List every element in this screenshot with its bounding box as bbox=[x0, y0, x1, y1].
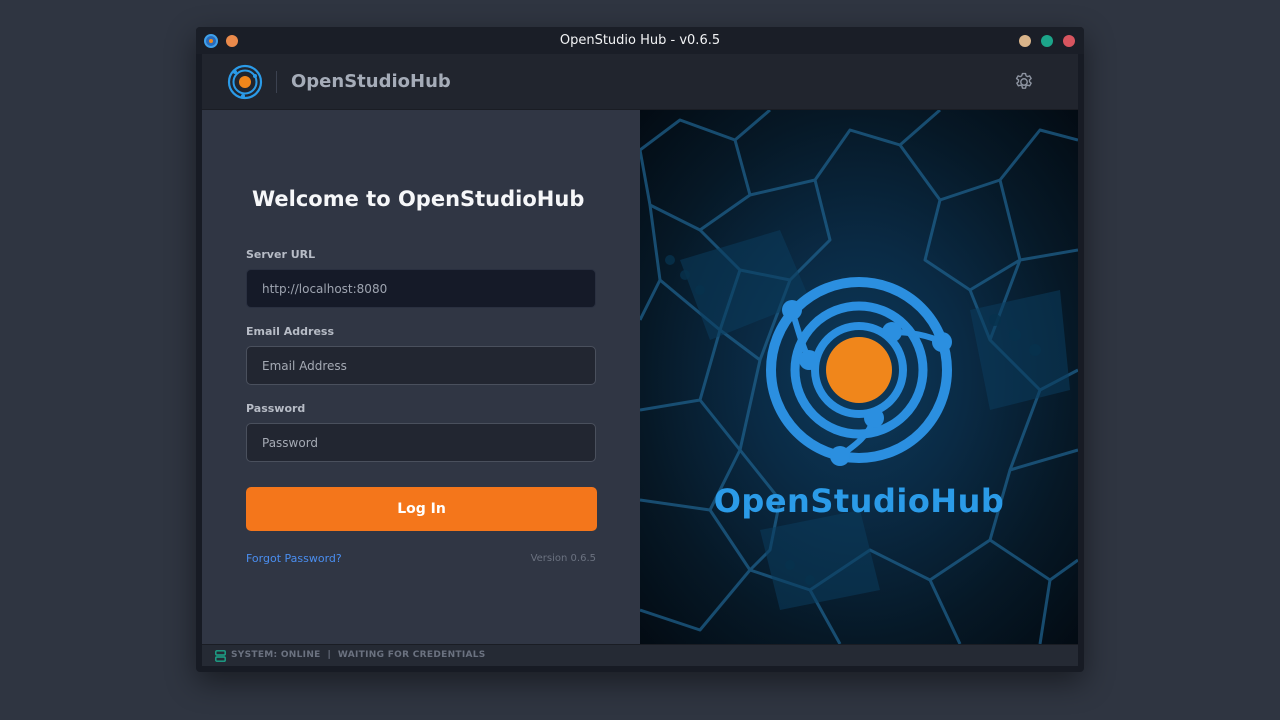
version-text: Version 0.6.5 bbox=[530, 553, 596, 564]
server-icon bbox=[215, 650, 226, 662]
email-input[interactable] bbox=[246, 346, 596, 385]
forgot-password-link[interactable]: Forgot Password? bbox=[246, 552, 342, 565]
email-label: Email Address bbox=[246, 325, 335, 338]
hero-panel: OpenStudioHub bbox=[640, 110, 1078, 644]
server-url-input[interactable] bbox=[246, 269, 596, 308]
status-bar: SYSTEM: ONLINE | WAITING FOR CREDENTIALS bbox=[202, 644, 1078, 666]
minimize-button[interactable] bbox=[1019, 35, 1031, 47]
window-title: OpenStudio Hub - v0.6.5 bbox=[559, 33, 721, 48]
password-input[interactable] bbox=[246, 423, 596, 462]
orbit-logo-large-icon bbox=[766, 277, 952, 466]
app-window: OpenStudio Hub - v0.6.5 OpenStudioHub We… bbox=[196, 27, 1084, 672]
login-button[interactable]: Log In bbox=[246, 487, 597, 531]
hero-brand-title: OpenStudioHub bbox=[713, 482, 1005, 520]
brand-name: OpenStudioHub bbox=[291, 71, 451, 92]
header-bar: OpenStudioHub bbox=[202, 54, 1078, 110]
gear-icon[interactable] bbox=[1013, 71, 1035, 93]
password-label: Password bbox=[246, 402, 306, 415]
login-panel: Welcome to OpenStudioHub Server URL Emai… bbox=[202, 110, 640, 644]
orbit-logo-icon bbox=[227, 64, 263, 100]
welcome-heading: Welcome to OpenStudioHub bbox=[252, 187, 585, 211]
maximize-button[interactable] bbox=[1041, 35, 1053, 47]
server-url-label: Server URL bbox=[246, 248, 316, 261]
close-button[interactable] bbox=[1063, 35, 1075, 47]
app-content: OpenStudioHub Welcome to OpenStudioHub S… bbox=[202, 54, 1078, 666]
title-bar[interactable]: OpenStudio Hub - v0.6.5 bbox=[196, 27, 1084, 54]
logo-divider bbox=[276, 71, 277, 93]
status-text: SYSTEM: ONLINE | WAITING FOR CREDENTIALS bbox=[231, 650, 486, 660]
